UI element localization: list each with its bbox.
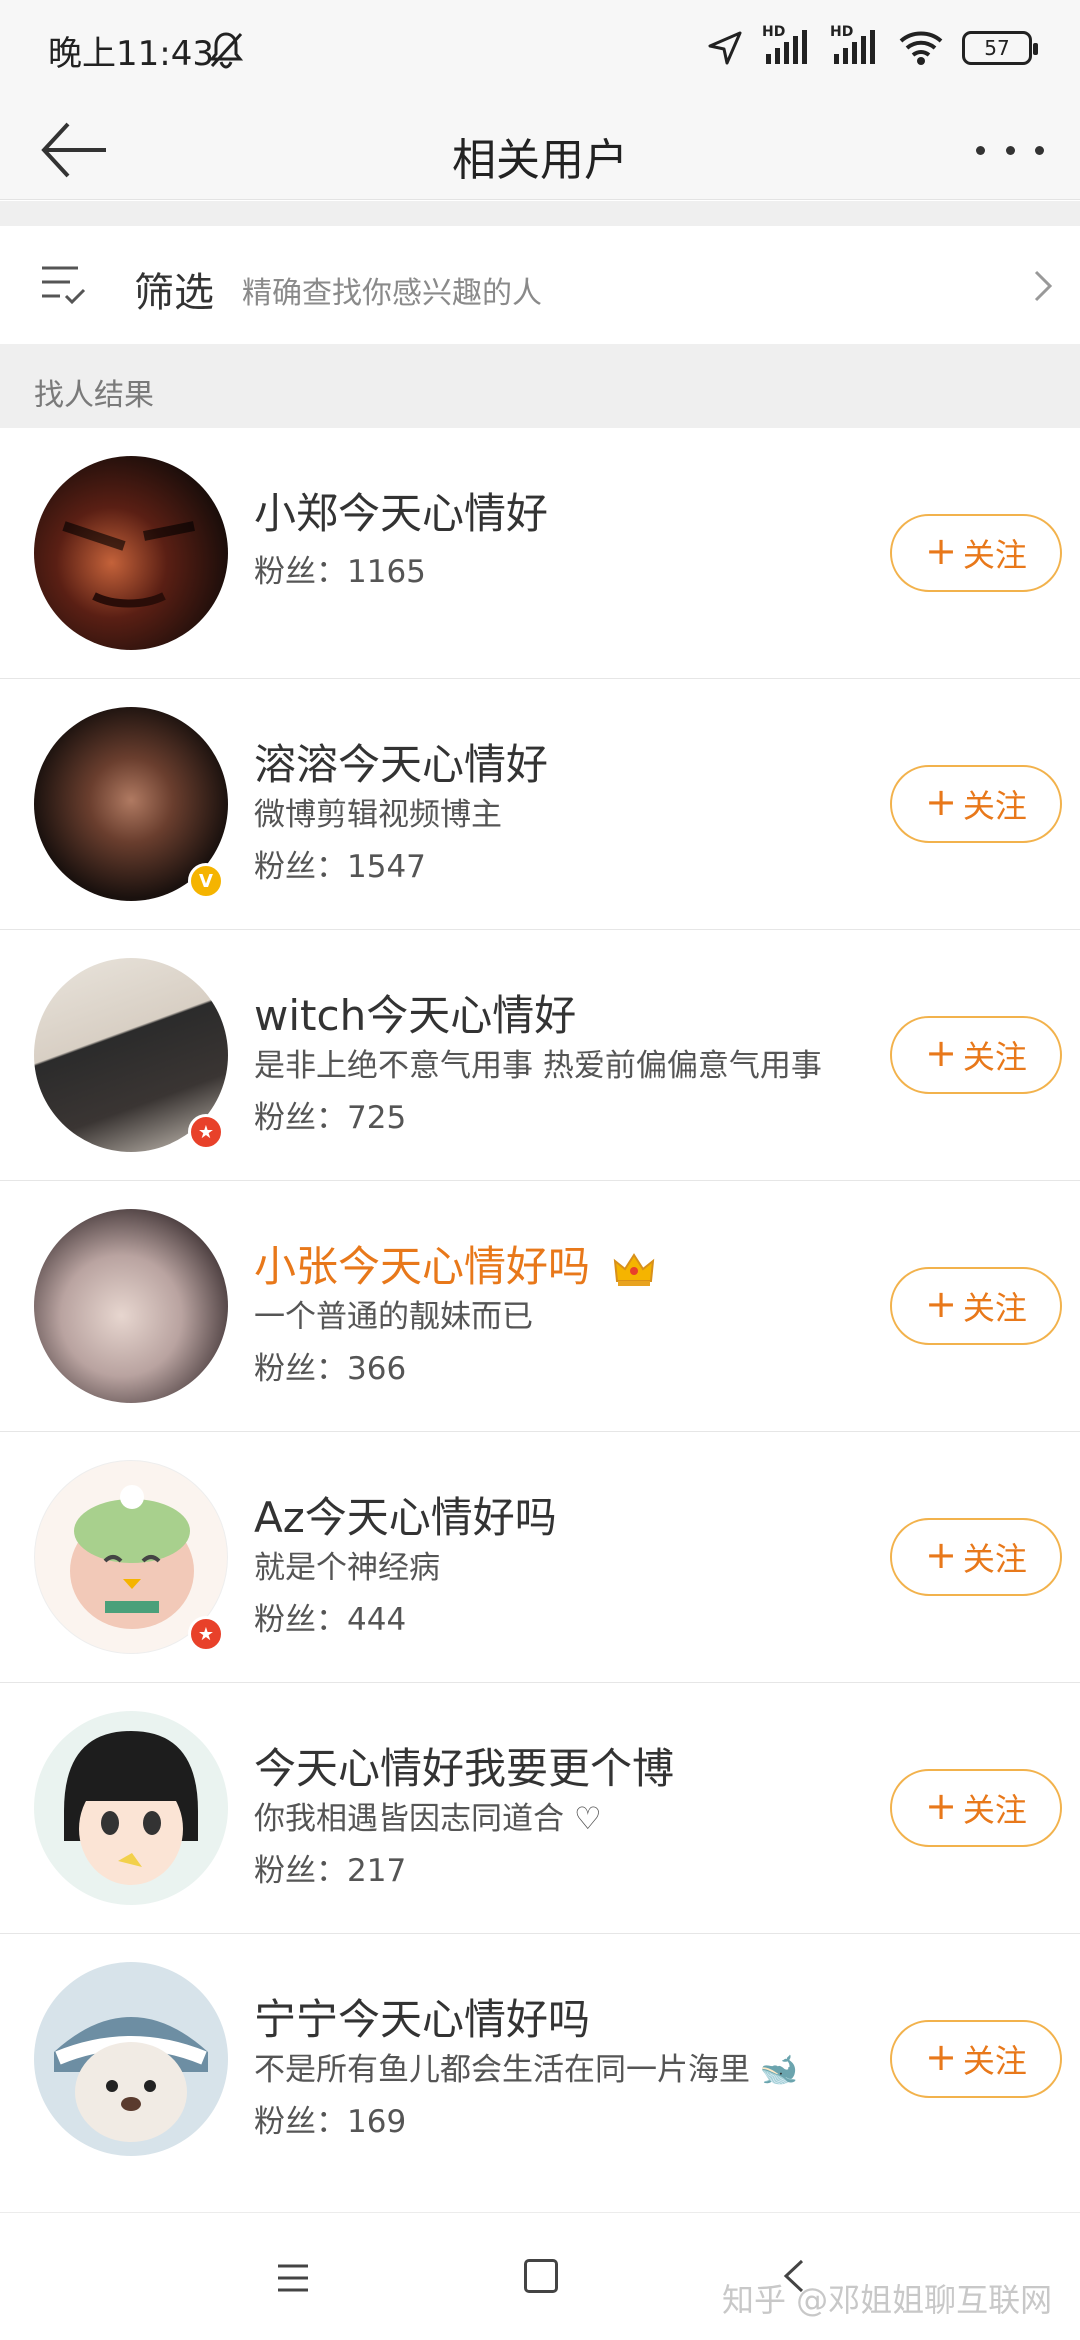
user-name[interactable]: 小郑今天心情好 [254,480,548,541]
user-bio: 你我相遇皆因志同道合 ♡ [254,1801,602,1837]
fans-count: 粉丝：366 [254,1351,407,1387]
follow-button[interactable]: + 关注 [890,2020,1062,2098]
section-header: 找人结果 [0,344,1080,428]
follow-button[interactable]: + 关注 [890,514,1062,592]
user-bio: 是非上绝不意气用事 热爱前偏偏意气用事 [254,1048,822,1084]
user-name[interactable]: 溶溶今天心情好 [254,731,548,792]
avatar[interactable] [34,1711,228,1905]
location-icon [708,31,742,65]
signal-icon-2: HD [830,24,880,68]
more-dots-icon[interactable] [970,120,1050,180]
star-badge-icon: ★ [188,1114,224,1150]
follow-button[interactable]: + 关注 [890,1267,1062,1345]
user-bio: 不是所有鱼儿都会生活在同一片海里 🐋 [254,2052,799,2088]
fans-count: 粉丝：725 [254,1100,407,1136]
star-badge-icon: ★ [188,1616,224,1652]
status-icons: HD HD 57 [706,24,1038,68]
user-bio: 一个普通的靓妹而已 [254,1299,533,1335]
follow-button[interactable]: + 关注 [890,1769,1062,1847]
follow-button[interactable]: + 关注 [890,1518,1062,1596]
user-bio: 就是个神经病 [254,1550,440,1586]
battery-icon: 57 [962,31,1038,65]
list-item[interactable]: ★ Az今天心情好吗 就是个神经病 粉丝：444 + 关注 [0,1432,1080,1683]
avatar[interactable] [34,456,228,650]
user-name-vip[interactable]: 小张今天心情好吗 [254,1233,655,1294]
signal-icon: HD [762,24,812,68]
filter-icon [42,266,86,305]
system-nav-bar: 知乎 @邓姐姐聊互联网 [0,2212,1080,2340]
avatar[interactable] [34,1209,228,1403]
user-bio: 微博剪辑视频博主 [254,797,502,833]
list-item[interactable]: 小郑今天心情好 粉丝：1165 + 关注 [0,428,1080,679]
list-item[interactable]: ★ witch今天心情好 是非上绝不意气用事 热爱前偏偏意气用事 粉丝：725 … [0,930,1080,1181]
list-item[interactable]: 小张今天心情好吗 一个普通的靓妹而已 粉丝：366 + 关注 [0,1181,1080,1432]
follow-button[interactable]: + 关注 [890,765,1062,843]
user-name[interactable]: Az今天心情好吗 [254,1484,557,1545]
user-name[interactable]: 宁宁今天心情好吗 [254,1986,590,2047]
filter-hint: 精确查找你感兴趣的人 [242,276,542,311]
fans-count: 粉丝：1165 [254,554,426,590]
fans-count: 粉丝：169 [254,2104,407,2140]
top-app-bar: 相关用户 [0,100,1080,200]
section-title: 找人结果 [34,378,154,413]
list-item[interactable]: 宁宁今天心情好吗 不是所有鱼儿都会生活在同一片海里 🐋 粉丝：169 + 关注 [0,1934,1080,2185]
filter-label: 筛选 [134,270,214,316]
avatar[interactable] [34,1962,228,2156]
fans-count: 粉丝：217 [254,1853,407,1889]
crown-icon [614,1252,655,1286]
fans-count: 粉丝：1547 [254,849,426,885]
user-name[interactable]: 今天心情好我要更个博 [254,1735,674,1796]
home-square-icon[interactable] [524,2259,558,2293]
user-list: 小郑今天心情好 粉丝：1165 + 关注 V 溶溶今天心情好 微博剪辑视频博主 粉… [0,428,1080,2185]
page-title: 相关用户 [452,135,628,186]
status-bar: 晚上11:43 HD HD 57 [0,0,1080,100]
verified-badge-icon: V [188,863,224,899]
list-item[interactable]: V 溶溶今天心情好 微博剪辑视频博主 粉丝：1547 + 关注 [0,679,1080,930]
follow-button[interactable]: + 关注 [890,1016,1062,1094]
status-time: 晚上11:43 [48,34,214,74]
watermark: 知乎 @邓姐姐聊互联网 [722,2281,1053,2319]
chevron-right-icon [1034,270,1053,302]
user-name[interactable]: witch今天心情好 [254,982,576,1043]
menu-icon[interactable] [276,2261,310,2295]
filter-row[interactable]: 筛选 精确查找你感兴趣的人 [0,226,1080,344]
list-item[interactable]: 今天心情好我要更个博 你我相遇皆因志同道合 ♡ 粉丝：217 + 关注 [0,1683,1080,1934]
wifi-icon [899,31,943,65]
bell-muted-icon [208,32,244,69]
divider [0,201,1080,226]
fans-count: 粉丝：444 [254,1602,407,1638]
